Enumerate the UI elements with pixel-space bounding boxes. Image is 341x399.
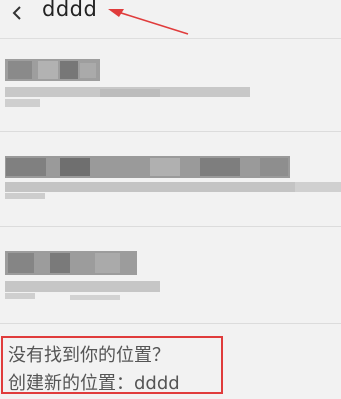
create-location-button[interactable]: 创建新的位置：dddd [8,369,180,395]
not-found-text: 没有找到你的位置？ [8,345,170,366]
location-search-page: dddd 没有找到你的位置？ 创建新的位置：dddd [0,0,341,399]
location-result-1[interactable] [0,39,341,132]
blurred-result-content [5,251,160,300]
chevron-left-icon [12,6,21,20]
location-result-2[interactable] [0,132,341,227]
location-result-3[interactable] [0,227,341,324]
blurred-result-content [5,59,250,107]
create-location-prompt[interactable]: 没有找到你的位置？ 创建新的位置：dddd [1,336,223,394]
blurred-result-content [5,156,341,199]
search-query-text[interactable]: dddd [42,0,97,21]
search-header: dddd [0,0,341,39]
back-button[interactable] [4,0,30,26]
